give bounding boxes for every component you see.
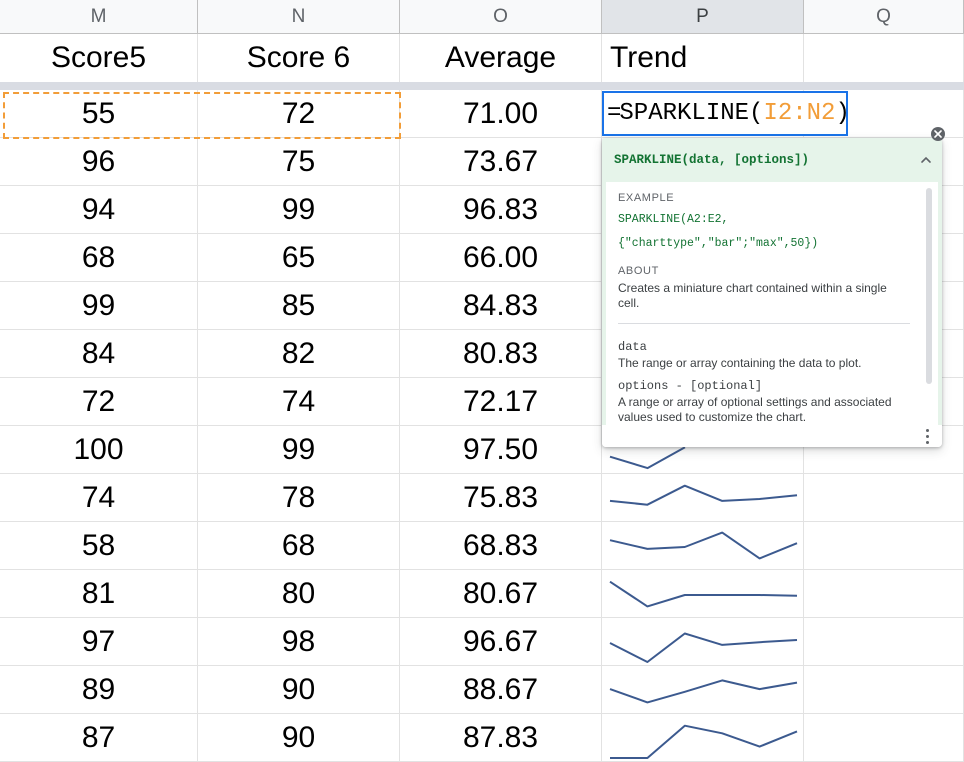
formula-function-name: SPARKLINE(	[619, 100, 764, 127]
close-glyph	[934, 130, 942, 138]
sparkline-row-9	[609, 446, 686, 470]
chevron-up-icon[interactable]	[918, 152, 934, 168]
sparkline-row-15	[610, 724, 798, 759]
help-scrollbar[interactable]	[926, 188, 932, 384]
help-footer	[602, 425, 942, 447]
arg-data-description: The range or array containing the data t…	[618, 356, 862, 370]
active-cell-formula-editor[interactable]: = SPARKLINE(I2:N2)	[602, 91, 850, 136]
sparkline-row-11	[609, 531, 798, 560]
help-signature[interactable]: SPARKLINE(data, [options])	[602, 138, 942, 182]
formula-suffix: )	[835, 100, 850, 127]
help-divider	[618, 323, 910, 324]
formula-help-popup: SPARKLINE(data, [options]) EXAMPLE SPARK…	[602, 138, 942, 447]
sparkline-row-12	[609, 580, 798, 608]
sparkline-row-13	[609, 632, 798, 663]
arg-options-name: options - [optional]	[618, 379, 763, 393]
more-vert-icon[interactable]	[922, 427, 932, 445]
formula-range-reference: I2:N2	[763, 100, 836, 127]
help-body[interactable]: EXAMPLE SPARKLINE(A2:E2, {"charttype","b…	[602, 182, 942, 425]
sparkline-row-14	[609, 679, 798, 704]
example-label: EXAMPLE	[618, 192, 675, 204]
about-label: ABOUT	[618, 265, 659, 277]
close-icon[interactable]	[931, 127, 945, 141]
arg-data-name: data	[618, 340, 647, 354]
example-code-line2: {"charttype","bar";"max",50})	[618, 237, 819, 250]
about-text: Creates a miniature chart contained with…	[618, 281, 887, 310]
help-signature-text: SPARKLINE(data, [options])	[614, 153, 810, 167]
arg-options-description: A range or array of optional settings an…	[618, 395, 892, 424]
sparkline-row-10	[609, 484, 798, 506]
example-code-line1: SPARKLINE(A2:E2,	[618, 213, 729, 226]
